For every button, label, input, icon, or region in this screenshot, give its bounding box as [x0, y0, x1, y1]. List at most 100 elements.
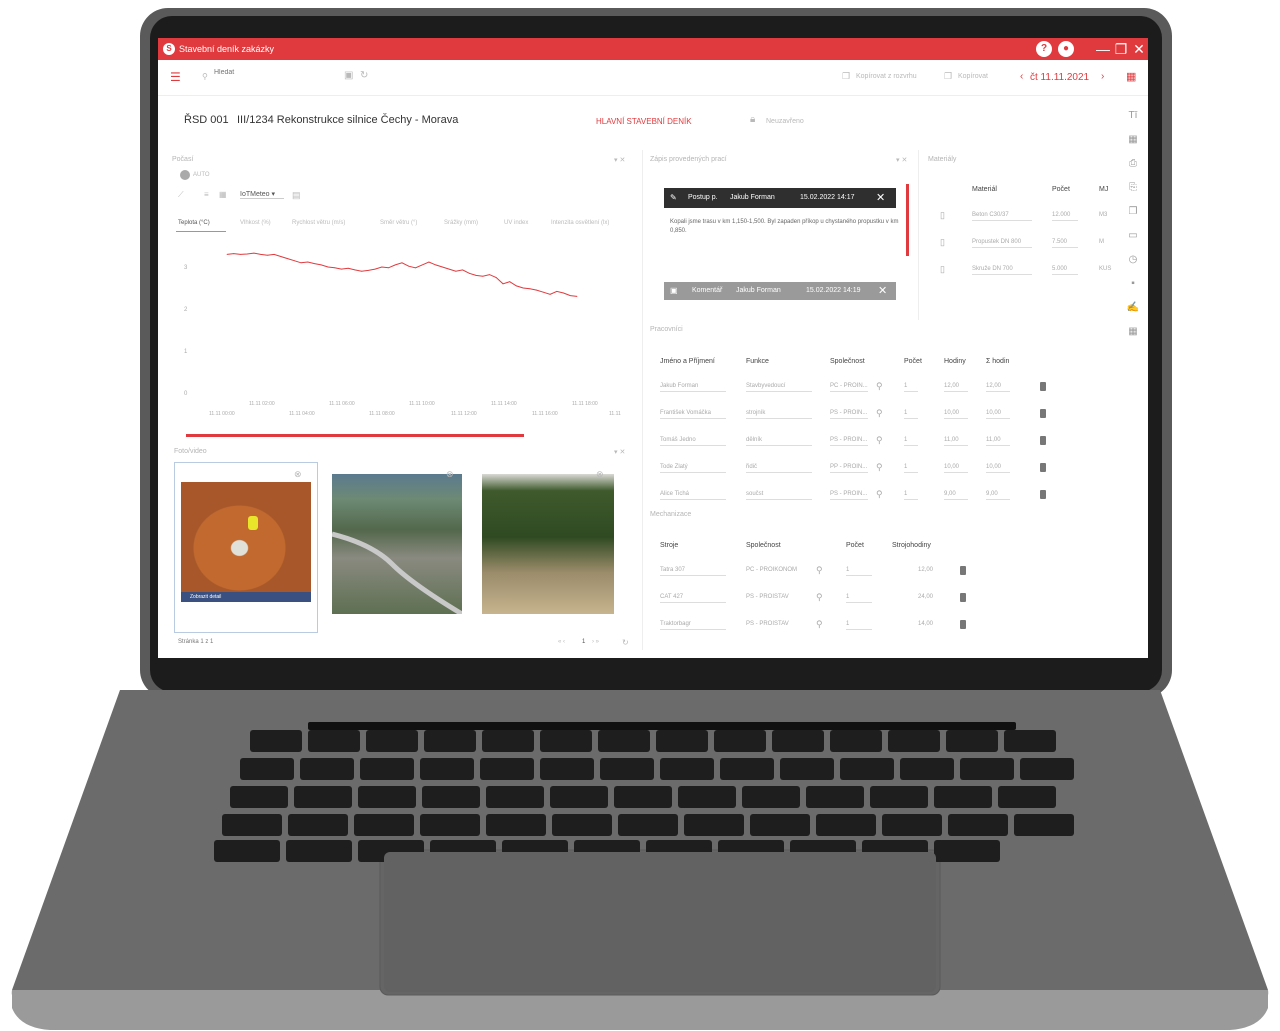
search-icon[interactable]: ⚲: [876, 462, 883, 473]
worker-cell[interactable]: 9,00: [986, 491, 1010, 500]
edit-icon[interactable]: ✎: [670, 193, 677, 202]
search-icon[interactable]: ⚲: [876, 435, 883, 446]
line-chart-icon[interactable]: ⟋: [178, 190, 184, 200]
trackpad[interactable]: [384, 852, 936, 992]
folder-icon[interactable]: ▭: [1126, 230, 1140, 244]
delete-icon[interactable]: [1040, 490, 1046, 499]
delete-icon[interactable]: [1040, 409, 1046, 418]
machine-name[interactable]: CAT 427: [660, 594, 726, 603]
machine-hours[interactable]: 24,00: [918, 594, 933, 602]
machine-company[interactable]: PS - PROISTAV: [746, 621, 789, 629]
copy-template-icon[interactable]: ❐: [842, 71, 850, 82]
worker-cell[interactable]: součst: [746, 491, 812, 500]
search-icon[interactable]: ⚲: [816, 592, 823, 603]
save-icon[interactable]: ▣: [344, 70, 353, 81]
worker-cell[interactable]: 10,00: [986, 410, 1010, 419]
weather-tab[interactable]: Vlhkost (%): [240, 220, 271, 226]
weather-tab[interactable]: Srážky (mm): [444, 220, 478, 226]
notes-panel-controls[interactable]: ▾ ✕: [896, 156, 907, 164]
material-quantity[interactable]: 5.000: [1052, 266, 1078, 275]
note-text[interactable]: Kopali jsme trasu v km 1,150-1,500. Byl …: [670, 218, 900, 236]
machine-count[interactable]: 1: [846, 621, 872, 630]
machine-hours[interactable]: 12,00: [918, 567, 933, 575]
worker-cell[interactable]: PS - PROIN...: [830, 410, 868, 419]
worker-cell[interactable]: 12,00: [944, 383, 968, 392]
worker-cell[interactable]: 1: [904, 383, 918, 392]
worker-cell[interactable]: Jakub Forman: [660, 383, 726, 392]
help-icon[interactable]: ?: [1036, 41, 1052, 57]
date-display[interactable]: čt 11.11.2021: [1030, 72, 1089, 83]
photo-excavation[interactable]: [181, 482, 311, 602]
machine-count[interactable]: 1: [846, 594, 872, 603]
worker-cell[interactable]: PS - PROIN...: [830, 437, 868, 446]
delete-icon[interactable]: [960, 593, 966, 602]
weather-tab[interactable]: Teplota (°C): [178, 220, 210, 226]
remove-photo-icon[interactable]: ⊗: [596, 469, 604, 480]
material-quantity[interactable]: 12.000: [1052, 212, 1078, 221]
weather-tab[interactable]: UV index: [504, 220, 528, 226]
delete-icon[interactable]: [1040, 463, 1046, 472]
machine-count[interactable]: 1: [846, 567, 872, 576]
worker-cell[interactable]: řidič: [746, 464, 812, 473]
delete-icon[interactable]: [1040, 436, 1046, 445]
diary-type[interactable]: HLAVNÍ STAVEBNÍ DENÍK: [596, 117, 692, 126]
photos-page-number[interactable]: 1: [582, 639, 585, 645]
photos-refresh-icon[interactable]: ↻: [622, 638, 629, 647]
list-icon[interactable]: ≡: [204, 190, 209, 199]
photos-next-icon[interactable]: › »: [592, 639, 599, 645]
next-day-icon[interactable]: ›: [1101, 71, 1104, 82]
note-entry-work[interactable]: ✎ Postup p. Jakub Forman 15.02.2022 14:1…: [664, 188, 896, 208]
weather-tab[interactable]: Intenzita osvětlení (lx): [551, 220, 609, 226]
auto-toggle[interactable]: [180, 170, 190, 180]
export-icon[interactable]: ▤: [292, 190, 301, 201]
weather-tab[interactable]: Směr větru (°): [380, 220, 417, 226]
worker-cell[interactable]: 10,00: [986, 464, 1010, 473]
search-icon[interactable]: ⚲: [876, 381, 883, 392]
worker-cell[interactable]: 1: [904, 437, 918, 446]
signature-icon[interactable]: ✍: [1126, 302, 1140, 316]
delete-icon[interactable]: [1040, 382, 1046, 391]
search-icon[interactable]: ⚲: [876, 408, 883, 419]
photos-prev-icon[interactable]: « ‹: [558, 639, 565, 645]
search-icon[interactable]: ⚲: [816, 619, 823, 630]
prev-day-icon[interactable]: ‹: [1020, 71, 1023, 82]
remove-photo-icon[interactable]: ⊗: [294, 469, 302, 480]
machine-name[interactable]: Tatra 307: [660, 567, 726, 576]
weather-tab[interactable]: Rychlost větru (m/s): [292, 220, 345, 226]
worker-cell[interactable]: 12,00: [986, 383, 1010, 392]
remove-photo-icon[interactable]: ⊗: [446, 469, 454, 480]
worker-cell[interactable]: strojník: [746, 410, 812, 419]
worker-cell[interactable]: PP - PROIN...: [830, 464, 868, 473]
search-input[interactable]: [214, 69, 334, 76]
photo-forest-site[interactable]: [482, 474, 614, 614]
print-icon[interactable]: ⎙: [1126, 158, 1140, 172]
close-note-icon[interactable]: ✕: [878, 284, 887, 297]
worker-cell[interactable]: Tode Zlatý: [660, 464, 726, 473]
calendar-icon[interactable]: ▦: [1126, 134, 1140, 148]
chart-scrollbar[interactable]: [186, 434, 524, 437]
worker-cell[interactable]: 10,00: [944, 464, 968, 473]
close-note-icon[interactable]: ✕: [876, 191, 885, 204]
history-icon[interactable]: ◷: [1126, 254, 1140, 268]
text-format-icon[interactable]: Tī: [1126, 110, 1140, 124]
user-icon[interactable]: ●: [1058, 41, 1074, 57]
worker-cell[interactable]: Stavbyvedoucí: [746, 383, 812, 392]
refresh-icon[interactable]: ↻: [360, 70, 368, 81]
minimize-button[interactable]: —: [1095, 41, 1111, 57]
calendar-check-icon[interactable]: ▦: [1126, 326, 1140, 340]
comment-icon[interactable]: ▪: [1126, 278, 1140, 292]
copy-button[interactable]: Kopírovat: [958, 73, 988, 80]
worker-cell[interactable]: Tomáš Jedno: [660, 437, 726, 446]
machine-hours[interactable]: 14,00: [918, 621, 933, 629]
worker-cell[interactable]: 10,00: [944, 410, 968, 419]
delete-icon[interactable]: [960, 566, 966, 575]
copy-from-template-button[interactable]: Kopírovat z rozvrhu: [856, 73, 917, 80]
weather-panel-controls[interactable]: ▾ ✕: [614, 156, 625, 164]
worker-cell[interactable]: PS - PROIN...: [830, 491, 868, 500]
machine-company[interactable]: PC - PROIKONOM: [746, 567, 797, 575]
note-entry-comment[interactable]: ▣ Komentář Jakub Forman 15.02.2022 14:19…: [664, 282, 896, 300]
machine-company[interactable]: PS - PROISTAV: [746, 594, 789, 602]
material-quantity[interactable]: 7.500: [1052, 239, 1078, 248]
material-name[interactable]: Propustek DN 800: [972, 239, 1032, 248]
copy-icon[interactable]: ❐: [944, 71, 952, 82]
